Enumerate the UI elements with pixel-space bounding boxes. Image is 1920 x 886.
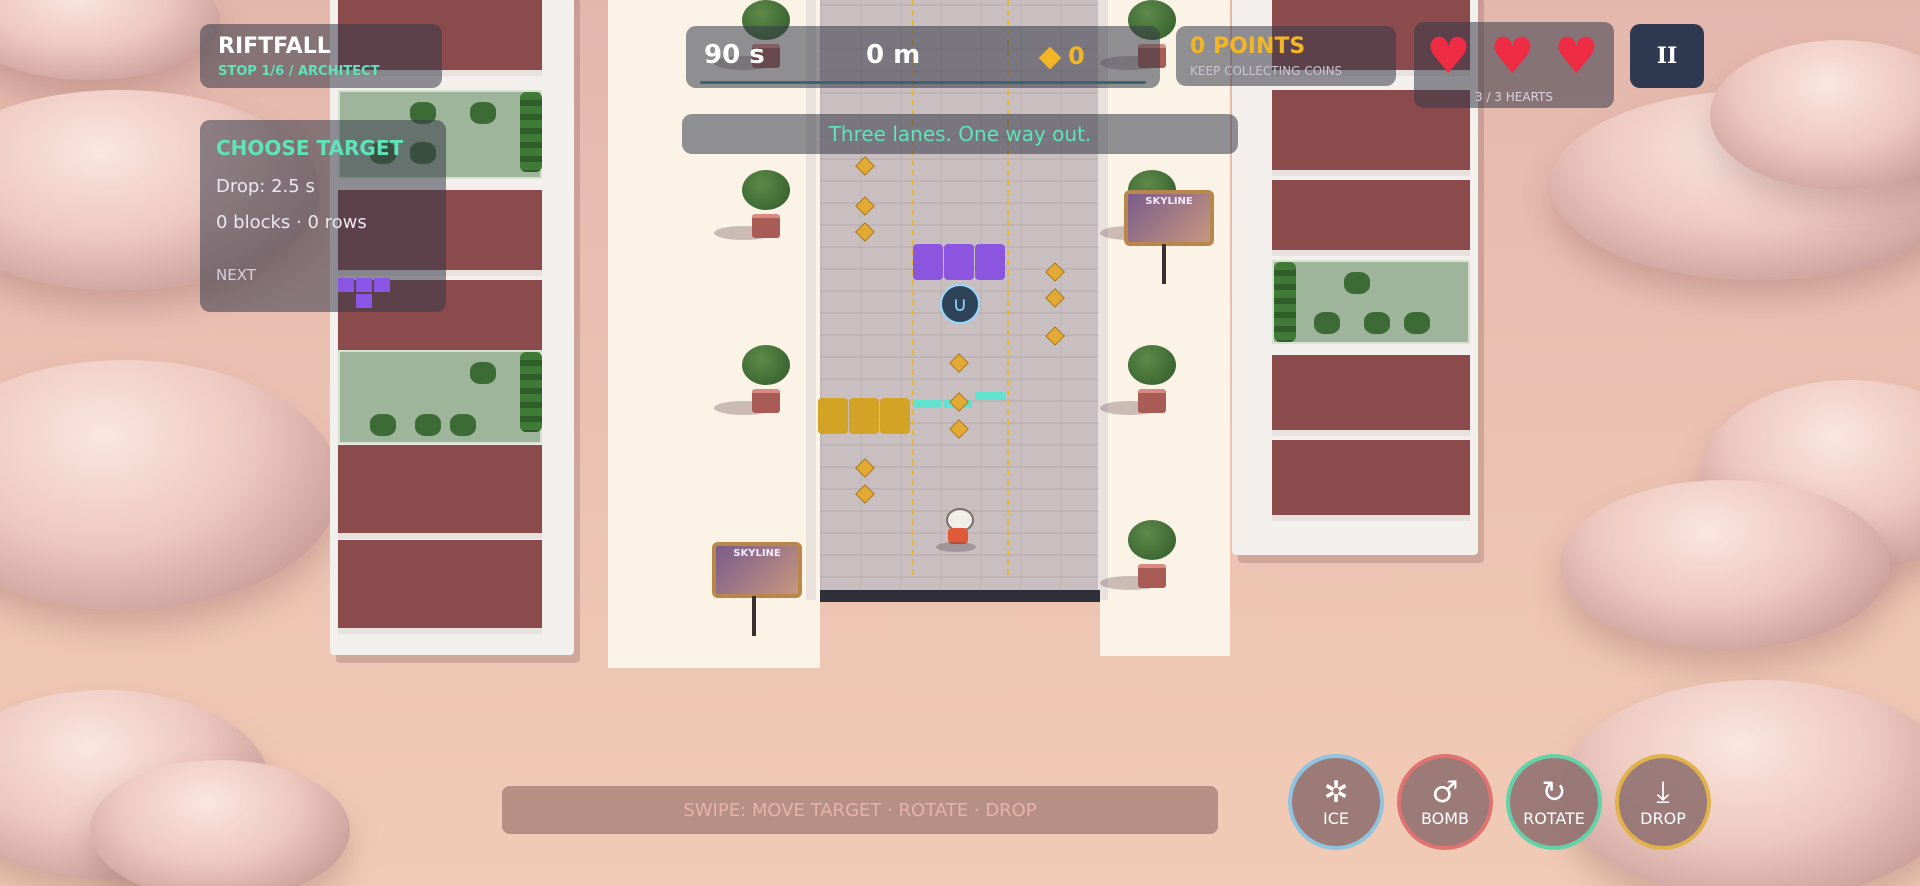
instructions-bar: SWIPE: MOVE TARGET · ROTATE · DROP bbox=[502, 786, 1218, 834]
gold-block bbox=[880, 398, 910, 434]
player-character bbox=[936, 508, 976, 552]
billboard-post bbox=[1162, 244, 1166, 284]
coin-count: 0 bbox=[1068, 42, 1085, 70]
timer: 90 s bbox=[704, 40, 765, 70]
cloud bbox=[0, 0, 220, 80]
instructions-text: SWIPE: MOVE TARGET · ROTATE · DROP bbox=[683, 799, 1037, 821]
points: 0 POINTS bbox=[1190, 34, 1306, 59]
hearts-caption: 3 / 3 HEARTS bbox=[1475, 90, 1553, 104]
tree bbox=[714, 170, 794, 240]
gold-block bbox=[849, 398, 879, 434]
next-piece bbox=[338, 278, 392, 314]
rotate-label: ROTATE bbox=[1523, 808, 1585, 828]
cloud bbox=[1560, 680, 1920, 886]
tree bbox=[714, 345, 794, 415]
title-panel: RIFTFALL STOP 1/6 / ARCHITECT bbox=[200, 24, 442, 88]
bomb-icon: ♂ bbox=[1431, 774, 1459, 810]
heart-icon: ♥ bbox=[1554, 27, 1599, 85]
hearts-panel: ♥ ♥ ♥ 3 / 3 HEARTS bbox=[1414, 22, 1614, 108]
bomb-label: BOMB bbox=[1420, 808, 1470, 828]
road-curb-left bbox=[806, 0, 816, 600]
purple-block bbox=[944, 244, 974, 280]
billboard: SKYLINE bbox=[712, 542, 802, 598]
billboard-label: SKYLINE bbox=[733, 548, 781, 559]
tree bbox=[1100, 520, 1180, 590]
magnet-icon: ∪ bbox=[940, 284, 980, 324]
heart-icon: ♥ bbox=[1426, 27, 1471, 85]
points-hint: KEEP COLLECTING COINS bbox=[1190, 64, 1343, 78]
coin-icon bbox=[1038, 46, 1062, 70]
bomb-button[interactable]: ♂ BOMB bbox=[1397, 754, 1493, 850]
cloud bbox=[90, 760, 350, 886]
pause-icon: II bbox=[1656, 43, 1678, 69]
purple-block bbox=[975, 244, 1005, 280]
purple-block bbox=[913, 244, 943, 280]
tree bbox=[1100, 345, 1180, 415]
ice-button[interactable]: ✲ ICE bbox=[1288, 754, 1384, 850]
cloud bbox=[1560, 480, 1890, 650]
drop-button[interactable]: ⤓ DROP bbox=[1615, 754, 1711, 850]
block-stats: 0 blocks · 0 rows bbox=[216, 212, 367, 233]
drop-label: DROP bbox=[1640, 808, 1686, 828]
drop-time: Drop: 2.5 s bbox=[216, 176, 315, 197]
road-curb-right bbox=[1098, 0, 1108, 600]
ice-label: ICE bbox=[1323, 808, 1349, 828]
distance: 0 m bbox=[866, 40, 921, 70]
target-marker bbox=[913, 400, 941, 408]
hint-banner-text: Three lanes. One way out. bbox=[828, 122, 1092, 146]
stats-bar: 90 s 0 m 0 bbox=[686, 26, 1160, 88]
billboard-post bbox=[752, 596, 756, 636]
gold-block bbox=[818, 398, 848, 434]
cloud bbox=[0, 360, 340, 610]
score-panel: 0 POINTS KEEP COLLECTING COINS bbox=[1176, 26, 1396, 86]
target-heading: CHOOSE TARGET bbox=[216, 136, 404, 160]
rotate-icon: ↻ bbox=[1541, 774, 1567, 810]
billboard-label: SKYLINE bbox=[1145, 196, 1193, 207]
rotate-button[interactable]: ↻ ROTATE bbox=[1506, 754, 1602, 850]
road-end bbox=[820, 590, 1100, 602]
drop-icon: ⤓ bbox=[1656, 774, 1670, 810]
left-building bbox=[330, 0, 574, 655]
pause-button[interactable]: II bbox=[1630, 24, 1704, 88]
target-marker bbox=[975, 392, 1005, 400]
stage-label: STOP 1/6 / ARCHITECT bbox=[218, 64, 380, 79]
target-panel: CHOOSE TARGET Drop: 2.5 s 0 blocks · 0 r… bbox=[200, 120, 446, 312]
progress-track bbox=[700, 81, 1146, 84]
hint-banner: Three lanes. One way out. bbox=[682, 114, 1238, 154]
heart-icon: ♥ bbox=[1490, 27, 1535, 85]
game-title: RIFTFALL bbox=[218, 34, 331, 59]
billboard: SKYLINE bbox=[1124, 190, 1214, 246]
snowflake-icon: ✲ bbox=[1323, 774, 1349, 810]
next-label: NEXT bbox=[216, 266, 256, 284]
